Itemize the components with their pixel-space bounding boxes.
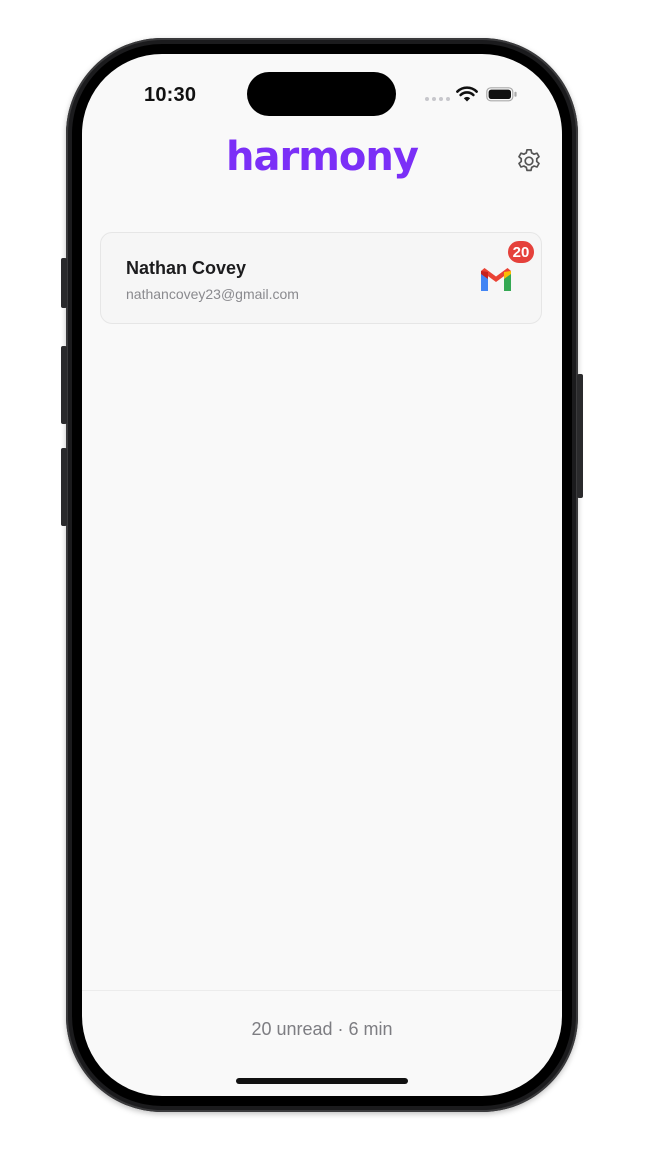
- action-button: [61, 258, 67, 308]
- volume-up-button: [61, 346, 67, 424]
- home-indicator[interactable]: [236, 1078, 408, 1084]
- power-button: [577, 374, 583, 498]
- harmony-logo: harmony: [226, 134, 419, 180]
- dynamic-island: [247, 72, 396, 116]
- gear-icon: [518, 148, 540, 172]
- gmail-icon: [481, 268, 511, 291]
- status-time: 10:30: [144, 84, 197, 106]
- wifi-icon: [456, 86, 478, 102]
- app-header: harmony: [82, 134, 562, 194]
- app-screen: 10:30 harmony Nathan Covey nathancovey23…: [82, 54, 562, 1096]
- cellular-signal-icon: [425, 97, 450, 101]
- volume-down-button: [61, 448, 67, 526]
- battery-icon: [486, 87, 517, 102]
- status-bar: 10:30: [82, 54, 562, 134]
- account-name: Nathan Covey: [126, 258, 247, 278]
- footer-divider: [82, 990, 562, 991]
- account-card[interactable]: Nathan Covey nathancovey23@gmail.com 20: [100, 232, 542, 324]
- unread-count-badge: 20: [506, 239, 536, 265]
- account-email: nathancovey23@gmail.com: [126, 286, 299, 302]
- footer-summary: 20 unread · 6 min: [251, 1019, 393, 1039]
- settings-button[interactable]: [512, 144, 546, 178]
